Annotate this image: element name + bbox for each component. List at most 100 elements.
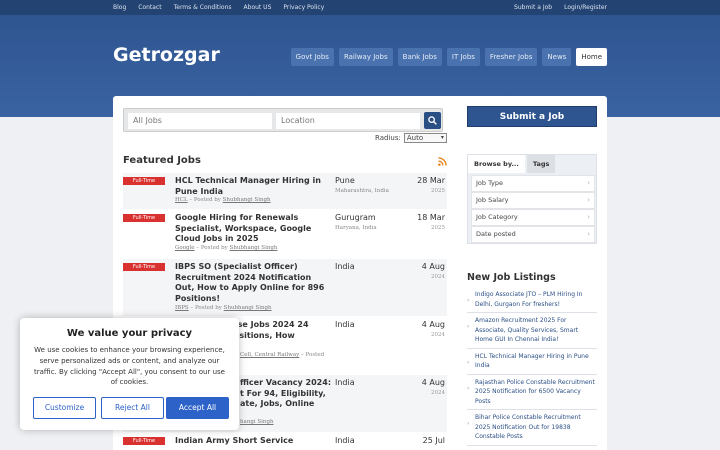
topbar-link-blog[interactable]: Blog xyxy=(113,4,126,11)
new-job-link[interactable]: Amazon Recruitment 2025 For Associate, Q… xyxy=(475,317,578,343)
submit-job-button[interactable]: Submit a Job xyxy=(467,106,597,127)
chevron-right-icon: › xyxy=(587,179,590,187)
chevron-right-icon: › xyxy=(467,297,470,304)
top-left-links: Blog Contact Terms & Conditions About US… xyxy=(113,4,324,11)
job-title[interactable]: HCL Technical Manager Hiring in Pune Ind… xyxy=(175,176,325,197)
job-year: 2025 xyxy=(431,188,445,194)
job-listing[interactable]: Full-Time IBPS SO (Specialist Officer) R… xyxy=(123,259,447,317)
radius-control: Radius: Auto ▾ xyxy=(375,133,447,143)
job-type-badge: Full-Time xyxy=(123,263,165,271)
job-company[interactable]: HCL xyxy=(175,197,188,203)
job-listing[interactable]: Full-Time Indian Army Short Service Indi… xyxy=(123,433,447,450)
browse-item-job-salary[interactable]: Job Salary › xyxy=(471,192,595,209)
main-nav: Govt Jobs Railway Jobs Bank Jobs IT Jobs… xyxy=(290,48,607,66)
job-title[interactable]: IBPS SO (Specialist Officer) Recruitment… xyxy=(175,262,325,304)
nav-news[interactable]: News xyxy=(542,48,572,66)
job-poster[interactable]: Shubhangi Singh xyxy=(230,245,278,251)
job-poster[interactable]: Shubhangi Singh xyxy=(224,305,272,311)
job-date: 4 Aug xyxy=(421,262,445,271)
top-bar: Blog Contact Terms & Conditions About US… xyxy=(0,0,720,15)
tab-tags[interactable]: Tags xyxy=(526,155,556,173)
new-job-item[interactable]: › Amazon Recruitment 2025 For Associate, … xyxy=(467,313,597,349)
job-poster[interactable]: hangi Singh xyxy=(240,419,274,425)
featured-jobs-heading: Featured Jobs xyxy=(123,155,201,166)
new-job-listings-heading: New Job Listings xyxy=(467,272,556,283)
job-type-badge: Full-Time xyxy=(123,437,165,445)
new-job-link[interactable]: Rajasthan Police Constable Recruitment 2… xyxy=(475,379,595,405)
topbar-link-login[interactable]: Login/Register xyxy=(564,4,607,11)
job-posted-by: Posted by xyxy=(200,245,228,251)
job-region: Maharashtra, India xyxy=(335,188,389,194)
job-year: 2025 xyxy=(431,225,445,231)
cookie-customize-button[interactable]: Customize xyxy=(33,397,96,419)
nav-railway-jobs[interactable]: Railway Jobs xyxy=(338,48,393,66)
job-year: 2024 xyxy=(431,390,445,396)
job-listing[interactable]: Full-Time Google Hiring for Renewals Spe… xyxy=(123,210,447,259)
job-meta: hangi Singh xyxy=(240,419,274,425)
browse-item-date-posted[interactable]: Date posted › xyxy=(471,226,595,243)
new-job-item[interactable]: › Indigo Associate JTO – PLM Hiring In De… xyxy=(467,287,597,313)
topbar-link-terms[interactable]: Terms & Conditions xyxy=(174,4,232,11)
job-region: Haryana, India xyxy=(335,225,377,231)
browse-item-label: Job Salary xyxy=(476,196,509,204)
site-logo[interactable]: Getrozgar xyxy=(113,44,220,66)
browse-widget: Browse by... Tags Job Type › Job Salary › … xyxy=(467,154,597,244)
top-right-links: Submit a Job Login/Register xyxy=(514,4,607,11)
browse-list: Job Type › Job Salary › Job Category › Date… xyxy=(471,175,595,243)
nav-home[interactable]: Home xyxy=(576,48,607,66)
job-date: 25 Jul xyxy=(422,436,445,445)
new-job-item[interactable]: › HCL Technical Manager Hiring in Pune In… xyxy=(467,349,597,375)
job-listing[interactable]: Full-Time HCL Technical Manager Hiring i… xyxy=(123,173,447,210)
browse-item-job-type[interactable]: Job Type › xyxy=(471,175,595,192)
job-date: 18 Mar xyxy=(417,213,445,222)
location-input[interactable]: Location xyxy=(276,113,420,129)
cookie-accept-button[interactable]: Accept All xyxy=(166,397,229,419)
new-job-link[interactable]: HCL Technical Manager Hiring in Pune Ind… xyxy=(475,353,589,370)
nav-fresher-jobs[interactable]: Fresher Jobs xyxy=(484,48,538,66)
job-date: 28 Mar xyxy=(417,176,445,185)
job-company[interactable]: Google xyxy=(175,245,195,251)
chevron-right-icon: › xyxy=(467,384,470,392)
new-job-link[interactable]: Indigo Associate JTO – PLM Hiring In Del… xyxy=(475,291,582,308)
tab-browse-by[interactable]: Browse by... xyxy=(468,155,525,173)
job-type-badge: Full-Time xyxy=(123,214,165,222)
new-job-item[interactable]: › Rajasthan Police Constable Recruitment … xyxy=(467,375,597,410)
search-button[interactable] xyxy=(424,112,441,129)
browse-item-label: Job Type xyxy=(476,179,504,187)
radius-select[interactable]: Auto ▾ xyxy=(403,133,447,143)
nav-it-jobs[interactable]: IT Jobs xyxy=(446,48,480,66)
chevron-down-icon: ▾ xyxy=(440,134,444,141)
chevron-right-icon: › xyxy=(587,213,590,221)
radius-label: Radius: xyxy=(375,134,401,142)
radius-value: Auto xyxy=(406,134,424,142)
browse-item-job-category[interactable]: Job Category › xyxy=(471,209,595,226)
keywords-input[interactable]: All Jobs xyxy=(128,113,272,129)
job-company[interactable]: Cell, Central Railway xyxy=(240,352,299,358)
job-posted-by: Posted by xyxy=(193,197,221,203)
chevron-right-icon: › xyxy=(467,420,470,427)
job-company[interactable]: IBPS xyxy=(175,305,189,311)
topbar-link-about[interactable]: About US xyxy=(244,4,272,11)
job-title[interactable]: urse Jobs 2024 24 Positions, How xyxy=(228,320,328,341)
job-meta: Google – Posted by Shubhangi Singh xyxy=(175,245,278,251)
browse-item-label: Job Category xyxy=(476,213,518,221)
topbar-link-privacy[interactable]: Privacy Policy xyxy=(283,4,324,11)
job-title[interactable]: fficer Vacancy 2024: t For 94, Eligibili… xyxy=(240,378,335,410)
chevron-right-icon: › xyxy=(587,196,590,204)
job-title[interactable]: Indian Army Short Service xyxy=(175,436,325,447)
browse-tabs: Browse by... Tags xyxy=(468,155,556,173)
job-poster[interactable]: Shubhangi Singh xyxy=(223,197,271,203)
job-title[interactable]: Google Hiring for Renewals Specialist, W… xyxy=(175,213,325,245)
rss-icon[interactable] xyxy=(438,157,447,166)
nav-bank-jobs[interactable]: Bank Jobs xyxy=(397,48,442,66)
topbar-link-submit-job[interactable]: Submit a Job xyxy=(514,4,552,11)
new-job-item[interactable]: › Bihar Police Constable Recruitment 2025… xyxy=(467,410,597,446)
cookie-text: We use cookies to enhance your browsing … xyxy=(34,346,225,387)
nav-govt-jobs[interactable]: Govt Jobs xyxy=(290,48,334,66)
job-location: India xyxy=(335,262,355,271)
new-job-link[interactable]: Bihar Police Constable Recruitment 2025 … xyxy=(475,414,581,440)
cookie-reject-button[interactable]: Reject All xyxy=(101,397,164,419)
job-meta: IBPS – Posted by Shubhangi Singh xyxy=(175,305,272,311)
topbar-link-contact[interactable]: Contact xyxy=(138,4,161,11)
job-posted-by: Posted by xyxy=(194,305,222,311)
